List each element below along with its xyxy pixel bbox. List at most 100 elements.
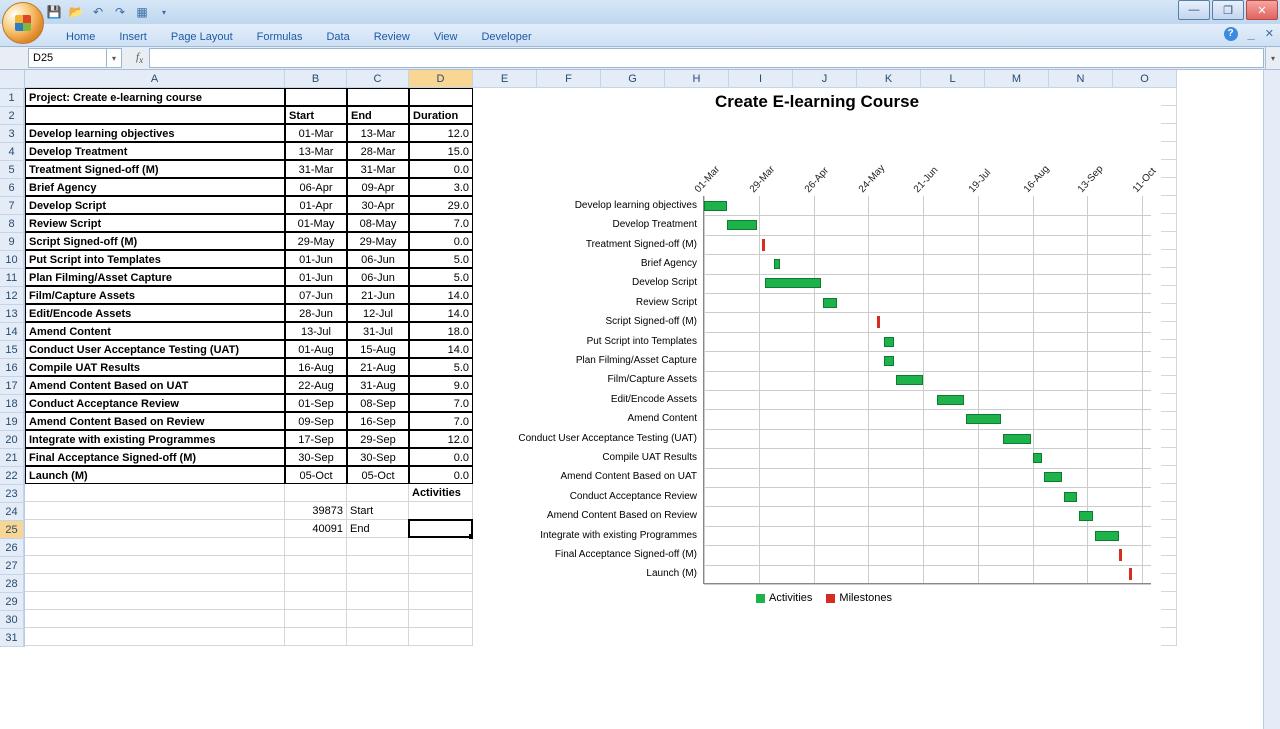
cell-B23[interactable] — [285, 484, 347, 502]
task-end[interactable]: 16-Sep — [347, 412, 409, 430]
cell-D28[interactable] — [409, 574, 473, 592]
row-header-12[interactable]: 12 — [0, 287, 24, 305]
task-duration[interactable]: 0.0 — [409, 466, 473, 484]
cell[interactable] — [409, 88, 473, 106]
task-name[interactable]: Amend Content Based on Review — [25, 412, 285, 430]
task-duration[interactable]: 12.0 — [409, 124, 473, 142]
header-duration[interactable]: Duration — [409, 106, 473, 124]
cell-D31[interactable] — [409, 628, 473, 646]
cell-A30[interactable] — [25, 610, 285, 628]
save-icon[interactable]: 💾 — [46, 4, 62, 20]
tab-home[interactable]: Home — [54, 28, 107, 46]
row-header-26[interactable]: 26 — [0, 539, 24, 557]
qat-dropdown-icon[interactable]: ▾ — [156, 4, 172, 20]
task-start[interactable]: 29-May — [285, 232, 347, 250]
row-header-11[interactable]: 11 — [0, 269, 24, 287]
cell-A25[interactable] — [25, 520, 285, 538]
task-duration[interactable]: 7.0 — [409, 394, 473, 412]
row-header-30[interactable]: 30 — [0, 611, 24, 629]
cell[interactable] — [25, 106, 285, 124]
task-name[interactable]: Film/Capture Assets — [25, 286, 285, 304]
cell-C28[interactable] — [347, 574, 409, 592]
task-name[interactable]: Final Acceptance Signed-off (M) — [25, 448, 285, 466]
task-duration[interactable]: 0.0 — [409, 448, 473, 466]
row-header-18[interactable]: 18 — [0, 395, 24, 413]
cell-A31[interactable] — [25, 628, 285, 646]
task-duration[interactable]: 0.0 — [409, 232, 473, 250]
cell-D26[interactable] — [409, 538, 473, 556]
task-name[interactable]: Plan Filming/Asset Capture — [25, 268, 285, 286]
workbook-close-icon[interactable]: ✕ — [1265, 27, 1274, 40]
row-header-17[interactable]: 17 — [0, 377, 24, 395]
task-duration[interactable]: 5.0 — [409, 250, 473, 268]
task-name[interactable]: Conduct Acceptance Review — [25, 394, 285, 412]
cell[interactable] — [285, 88, 347, 106]
col-header-B[interactable]: B — [285, 70, 347, 88]
task-duration[interactable]: 14.0 — [409, 304, 473, 322]
cell-C23[interactable] — [347, 484, 409, 502]
row-header-6[interactable]: 6 — [0, 179, 24, 197]
task-start[interactable]: 17-Sep — [285, 430, 347, 448]
row-header-4[interactable]: 4 — [0, 143, 24, 161]
tab-view[interactable]: View — [422, 28, 470, 46]
task-start[interactable]: 30-Sep — [285, 448, 347, 466]
row-header-25[interactable]: 25 — [0, 521, 24, 539]
task-name[interactable]: Conduct User Acceptance Testing (UAT) — [25, 340, 285, 358]
task-name[interactable]: Script Signed-off (M) — [25, 232, 285, 250]
cell-C27[interactable] — [347, 556, 409, 574]
task-start[interactable]: 22-Aug — [285, 376, 347, 394]
task-name[interactable]: Edit/Encode Assets — [25, 304, 285, 322]
task-duration[interactable]: 5.0 — [409, 268, 473, 286]
row-header-22[interactable]: 22 — [0, 467, 24, 485]
cell-A24[interactable] — [25, 502, 285, 520]
task-end[interactable]: 12-Jul — [347, 304, 409, 322]
label-end[interactable]: End — [347, 520, 409, 538]
col-header-K[interactable]: K — [857, 70, 921, 88]
task-name[interactable]: Develop Treatment — [25, 142, 285, 160]
task-duration[interactable]: 14.0 — [409, 340, 473, 358]
header-start[interactable]: Start — [285, 106, 347, 124]
cell-B29[interactable] — [285, 592, 347, 610]
col-header-L[interactable]: L — [921, 70, 985, 88]
task-end[interactable]: 29-May — [347, 232, 409, 250]
serial-end[interactable]: 40091 — [285, 520, 347, 538]
tab-review[interactable]: Review — [362, 28, 422, 46]
col-header-A[interactable]: A — [25, 70, 285, 88]
task-start[interactable]: 05-Oct — [285, 466, 347, 484]
task-duration[interactable]: 18.0 — [409, 322, 473, 340]
col-header-O[interactable]: O — [1113, 70, 1177, 88]
office-button[interactable] — [2, 2, 44, 44]
label-start[interactable]: Start — [347, 502, 409, 520]
row-header-16[interactable]: 16 — [0, 359, 24, 377]
cell-D25[interactable] — [409, 520, 473, 538]
cell-B27[interactable] — [285, 556, 347, 574]
row-header-14[interactable]: 14 — [0, 323, 24, 341]
task-start[interactable]: 01-Mar — [285, 124, 347, 142]
task-end[interactable]: 06-Jun — [347, 250, 409, 268]
task-name[interactable]: Brief Agency — [25, 178, 285, 196]
task-name[interactable]: Put Script into Templates — [25, 250, 285, 268]
tab-page-layout[interactable]: Page Layout — [159, 28, 245, 46]
task-name[interactable]: Compile UAT Results — [25, 358, 285, 376]
row-header-3[interactable]: 3 — [0, 125, 24, 143]
row-header-27[interactable]: 27 — [0, 557, 24, 575]
task-name[interactable]: Launch (M) — [25, 466, 285, 484]
row-header-31[interactable]: 31 — [0, 629, 24, 647]
task-end[interactable]: 05-Oct — [347, 466, 409, 484]
task-duration[interactable]: 7.0 — [409, 412, 473, 430]
cell-D24[interactable] — [409, 502, 473, 520]
task-duration[interactable]: 3.0 — [409, 178, 473, 196]
cell-A29[interactable] — [25, 592, 285, 610]
task-name[interactable]: Amend Content Based on UAT — [25, 376, 285, 394]
task-end[interactable]: 31-Aug — [347, 376, 409, 394]
row-header-19[interactable]: 19 — [0, 413, 24, 431]
col-header-H[interactable]: H — [665, 70, 729, 88]
row-header-2[interactable]: 2 — [0, 107, 24, 125]
activities-label[interactable]: Activities — [409, 484, 473, 502]
cell-A27[interactable] — [25, 556, 285, 574]
task-start[interactable]: 01-May — [285, 214, 347, 232]
task-start[interactable]: 16-Aug — [285, 358, 347, 376]
col-header-N[interactable]: N — [1049, 70, 1113, 88]
col-header-D[interactable]: D — [409, 70, 473, 88]
row-header-29[interactable]: 29 — [0, 593, 24, 611]
